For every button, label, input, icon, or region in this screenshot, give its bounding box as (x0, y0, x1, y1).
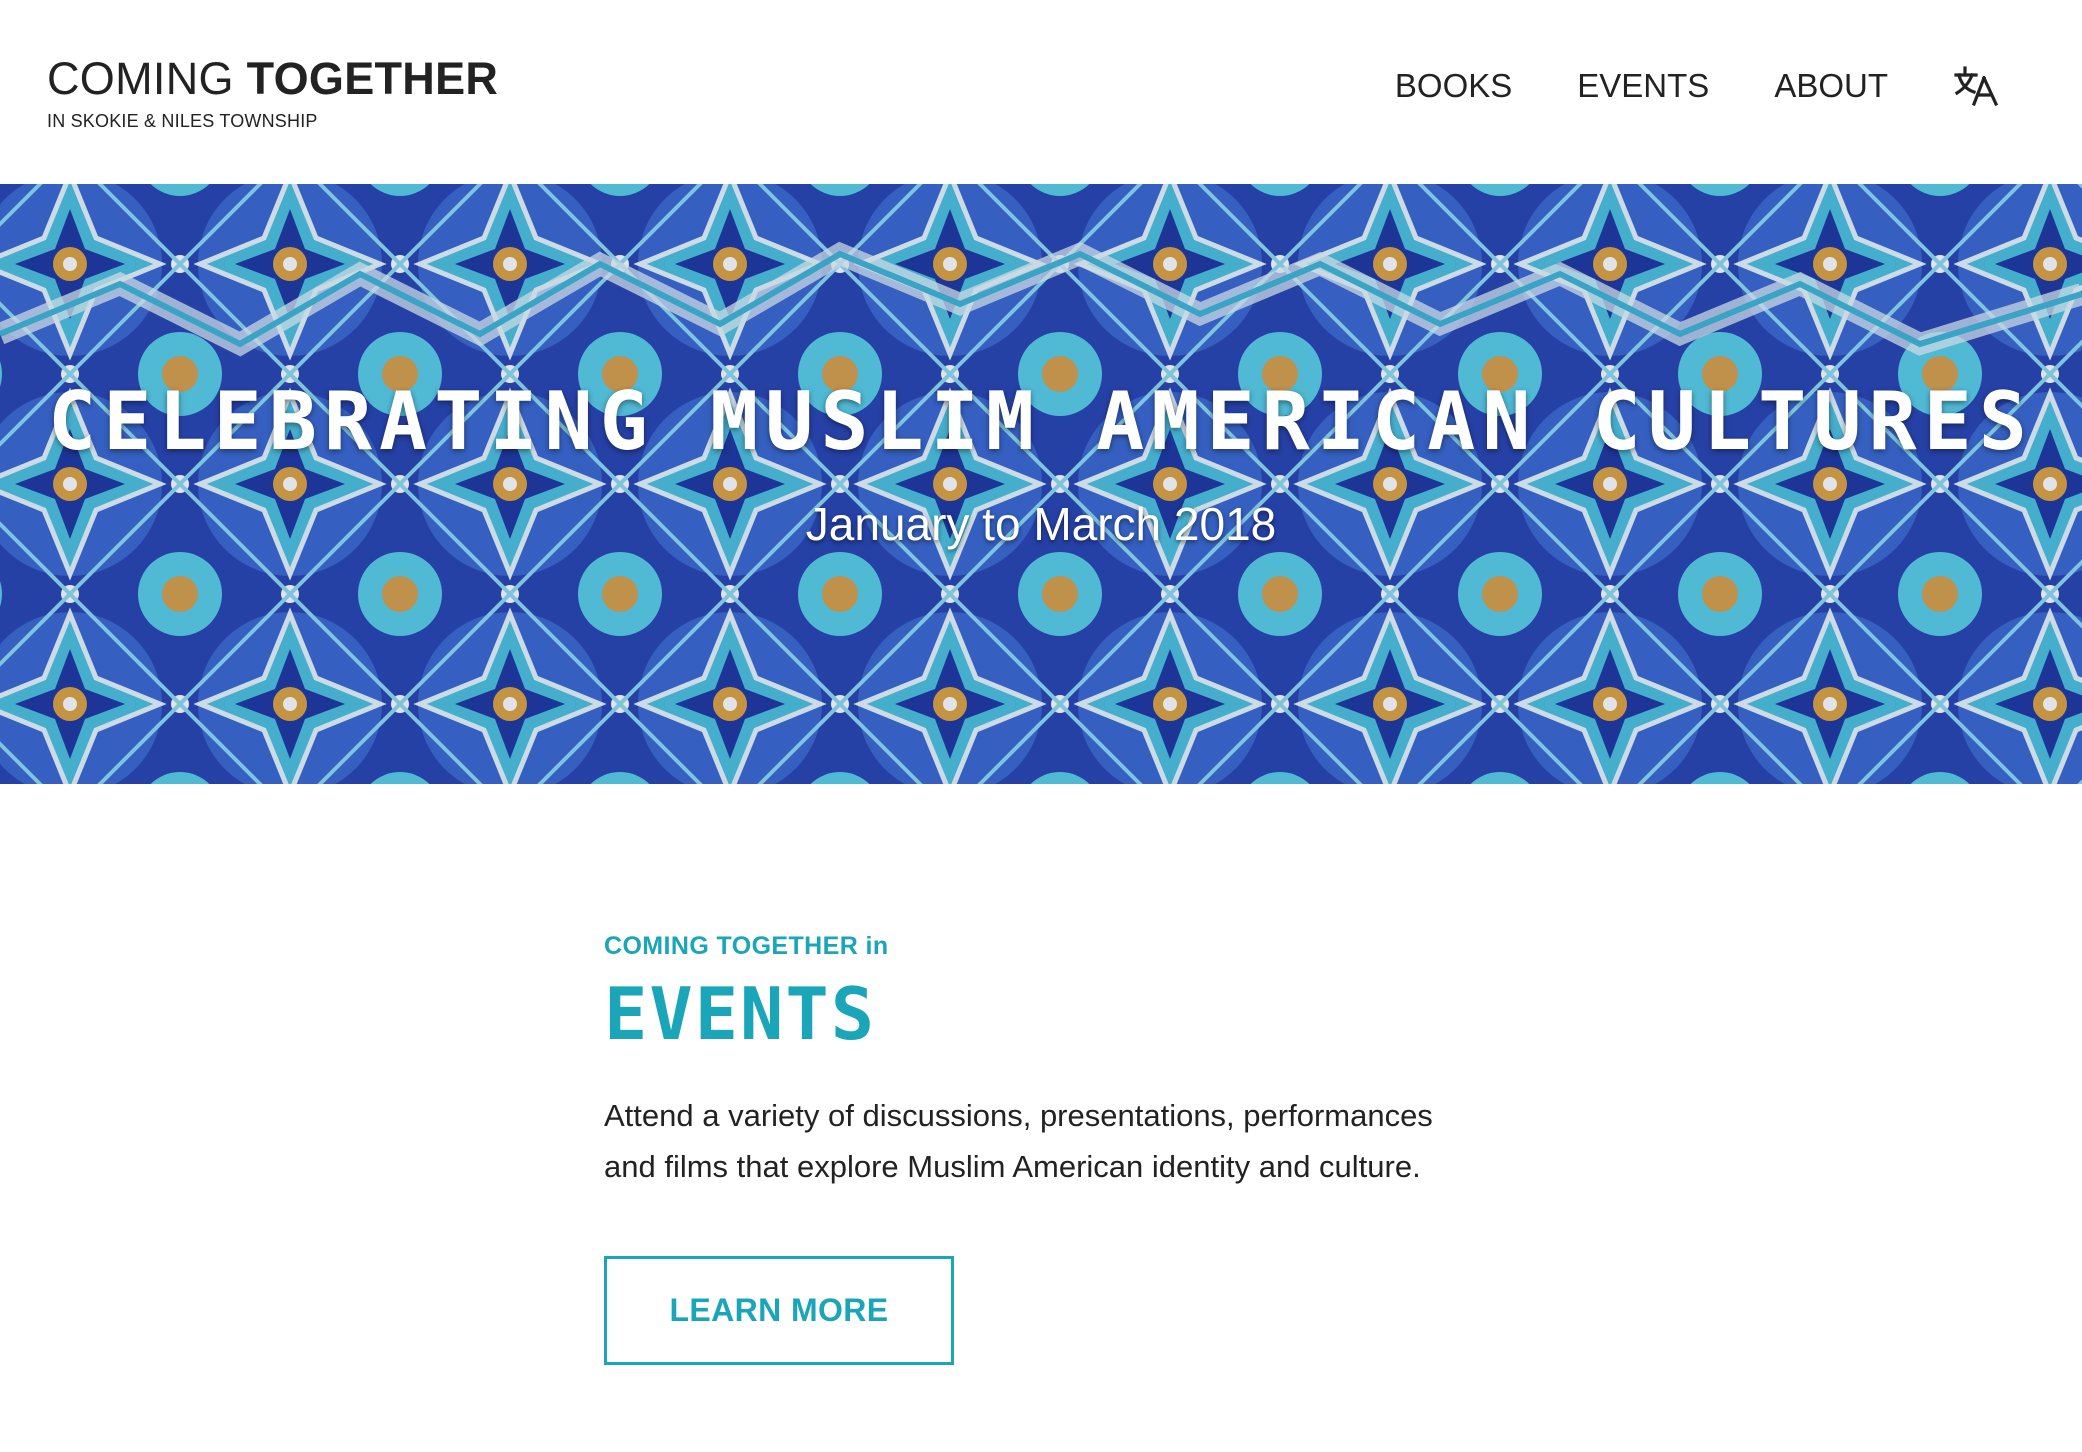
section-title: EVENTS (604, 972, 877, 1056)
hero-banner: CELEBRATING MUSLIM AMERICAN CULTURES Jan… (0, 184, 2082, 784)
section-description: Attend a variety of discussions, present… (604, 1098, 1433, 1184)
hero-date-range: January to March 2018 (805, 498, 1277, 550)
section-eyebrow: COMING TOGETHER in (604, 932, 889, 960)
events-feature: COMING TOGETHER in EVENTS Attend a varie… (604, 930, 1504, 1365)
hero-overlay (0, 184, 2082, 784)
site-header: COMING TOGETHER IN SKOKIE & NILES TOWNSH… (0, 0, 2082, 184)
site-title-bold: TOGETHER (246, 53, 499, 104)
site-title-light: COMING (47, 53, 234, 104)
main-nav: BOOKS EVENTS ABOUT (1330, 62, 2002, 110)
nav-link-about[interactable]: ABOUT (1774, 62, 1888, 110)
nav-link-events[interactable]: EVENTS (1577, 62, 1709, 110)
translate-button[interactable] (1952, 62, 2002, 110)
nav-link-books[interactable]: BOOKS (1395, 62, 1512, 110)
site-subtitle: IN SKOKIE & NILES TOWNSHIP (47, 111, 318, 131)
hero-title: CELEBRATING MUSLIM AMERICAN CULTURES (48, 375, 2034, 468)
translate-icon (1954, 66, 1999, 106)
site-title: COMING TOGETHER (47, 52, 498, 106)
site-logo-link[interactable]: COMING TOGETHER IN SKOKIE & NILES TOWNSH… (47, 52, 498, 132)
learn-more-button[interactable]: LEARN MORE (604, 1256, 954, 1365)
